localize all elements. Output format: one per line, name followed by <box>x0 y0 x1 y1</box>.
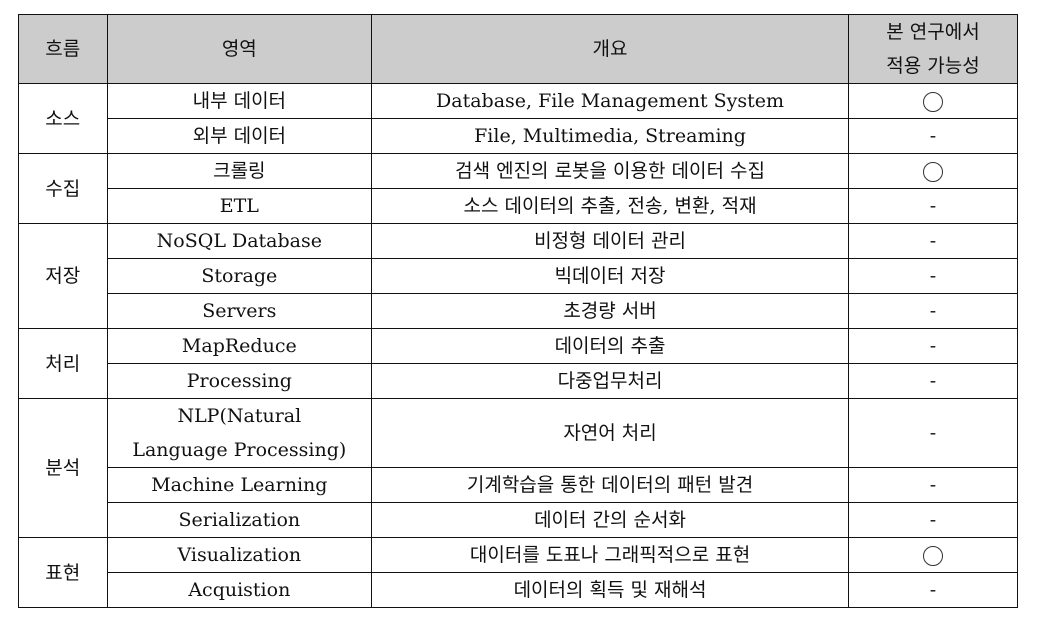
table-row: Storage 빅데이터 저장 - <box>19 258 1019 294</box>
flow-cell: 처리 <box>18 328 108 399</box>
dash-mark: - <box>929 125 937 147</box>
area-cell: Storage <box>106 258 373 294</box>
area-cell: Visualization <box>106 537 373 573</box>
circle-mark-icon <box>922 546 943 566</box>
summary-cell: 기계학습을 통한 데이터의 패턴 발견 <box>371 467 849 503</box>
table-row: Serialization 데이터 간의 순서화 - <box>19 502 1019 538</box>
table-row: ETL 소스 데이터의 추출, 전송, 변환, 적재 - <box>19 188 1019 224</box>
summary-cell: 다중업무처리 <box>371 363 849 399</box>
applicability-cell: - <box>847 467 1019 503</box>
applicability-cell: - <box>847 363 1019 399</box>
dash-mark: - <box>929 474 937 496</box>
dash-mark: - <box>929 230 937 252</box>
area-cell: ETL <box>106 188 373 224</box>
applicability-cell: - <box>847 293 1019 329</box>
header-flow: 흐름 <box>18 14 108 84</box>
area-cell: Machine Learning <box>106 467 373 503</box>
area-cell: 외부 데이터 <box>106 118 373 154</box>
dash-mark: - <box>929 265 937 287</box>
area-cell: Processing <box>106 363 373 399</box>
header-applicability-line1: 본 연구에서 <box>886 21 980 43</box>
area-cell-line1: NLP(Natural <box>177 405 302 427</box>
area-cell: NoSQL Database <box>106 223 373 259</box>
applicability-cell: - <box>847 223 1019 259</box>
table-row: 분석 NLP(Natural Language Processing) 자연어 처리 - <box>18 398 1019 538</box>
applicability-cell: - <box>847 328 1019 364</box>
summary-cell: 비정형 데이터 관리 <box>371 223 849 259</box>
applicability-cell: - <box>847 502 1019 538</box>
applicability-cell <box>847 537 1019 573</box>
table-row: 표현 Visualization 대이터를 도표나 그래픽적으로 표현 <box>18 537 1019 608</box>
header-applicability: 본 연구에서 적용 가능성 <box>847 14 1019 84</box>
summary-cell: 데이터의 획득 및 재해석 <box>371 572 849 608</box>
summary-cell: 소스 데이터의 추출, 전송, 변환, 적재 <box>371 188 849 224</box>
table-row: 처리 MapReduce 데이터의 추출 - <box>18 328 1019 399</box>
area-cell: MapReduce <box>106 328 373 364</box>
header-applicability-line2: 적용 가능성 <box>886 55 980 77</box>
area-cell: Servers <box>106 293 373 329</box>
applicability-cell: - <box>847 572 1019 608</box>
table-header-row: 흐름 영역 개요 본 연구에서 적용 가능성 <box>18 14 1019 84</box>
dash-mark: - <box>929 509 937 531</box>
summary-cell: Database, File Management System <box>371 83 849 119</box>
area-cell: Serialization <box>106 502 373 538</box>
dash-mark: - <box>929 195 937 217</box>
applicability-cell <box>847 153 1019 189</box>
table-row: 소스 내부 데이터 Database, File Management System <box>18 83 1019 154</box>
header-area: 영역 <box>106 14 373 84</box>
area-cell: 크롤링 <box>106 153 373 189</box>
applicability-cell: - <box>847 258 1019 294</box>
applicability-cell: - <box>847 118 1019 154</box>
flow-cell: 소스 <box>18 83 108 154</box>
big-data-technology-table: 흐름 영역 개요 본 연구에서 적용 가능성 소스 내부 데이터 Database,… <box>18 14 1019 608</box>
table-row: 외부 데이터 File, Multimedia, Streaming - <box>19 118 1019 154</box>
applicability-cell: - <box>847 188 1019 224</box>
summary-cell: 초경량 서버 <box>371 293 849 329</box>
dash-mark: - <box>929 300 937 322</box>
summary-cell: 빅데이터 저장 <box>371 258 849 294</box>
flow-cell: 표현 <box>18 537 108 608</box>
area-cell: 내부 데이터 <box>106 83 373 119</box>
summary-cell: 데이터 간의 순서화 <box>371 502 849 538</box>
header-summary: 개요 <box>371 14 849 84</box>
dash-mark: - <box>929 579 937 601</box>
circle-mark-icon <box>922 92 943 112</box>
summary-cell: 검색 엔진의 로봇을 이용한 데이터 수집 <box>371 153 849 189</box>
area-cell: Acquistion <box>106 572 373 608</box>
flow-cell: 수집 <box>18 153 108 224</box>
summary-cell: File, Multimedia, Streaming <box>371 118 849 154</box>
flow-cell: 분석 <box>18 398 108 538</box>
table-row: Machine Learning 기계학습을 통한 데이터의 패턴 발견 - <box>19 467 1019 503</box>
area-cell: NLP(Natural Language Processing) <box>106 398 373 468</box>
table-row: Acquistion 데이터의 획득 및 재해석 - <box>19 572 1019 608</box>
circle-mark-icon <box>922 162 943 182</box>
applicability-cell: - <box>847 398 1019 468</box>
table-row: Processing 다중업무처리 - <box>19 363 1019 399</box>
summary-cell: 데이터의 추출 <box>371 328 849 364</box>
table-row: 저장 NoSQL Database 비정형 데이터 관리 - <box>18 223 1019 329</box>
dash-mark: - <box>929 335 937 357</box>
summary-cell: 자연어 처리 <box>371 398 849 468</box>
dash-mark: - <box>929 370 937 392</box>
dash-mark: - <box>929 422 937 444</box>
summary-cell: 대이터를 도표나 그래픽적으로 표현 <box>371 537 849 573</box>
table-row: Servers 초경량 서버 - <box>19 293 1019 329</box>
table-row: 수집 크롤링 검색 엔진의 로봇을 이용한 데이터 수집 <box>18 153 1019 224</box>
applicability-cell <box>847 83 1019 119</box>
flow-cell: 저장 <box>18 223 108 329</box>
area-cell-line2: Language Processing) <box>132 439 347 461</box>
